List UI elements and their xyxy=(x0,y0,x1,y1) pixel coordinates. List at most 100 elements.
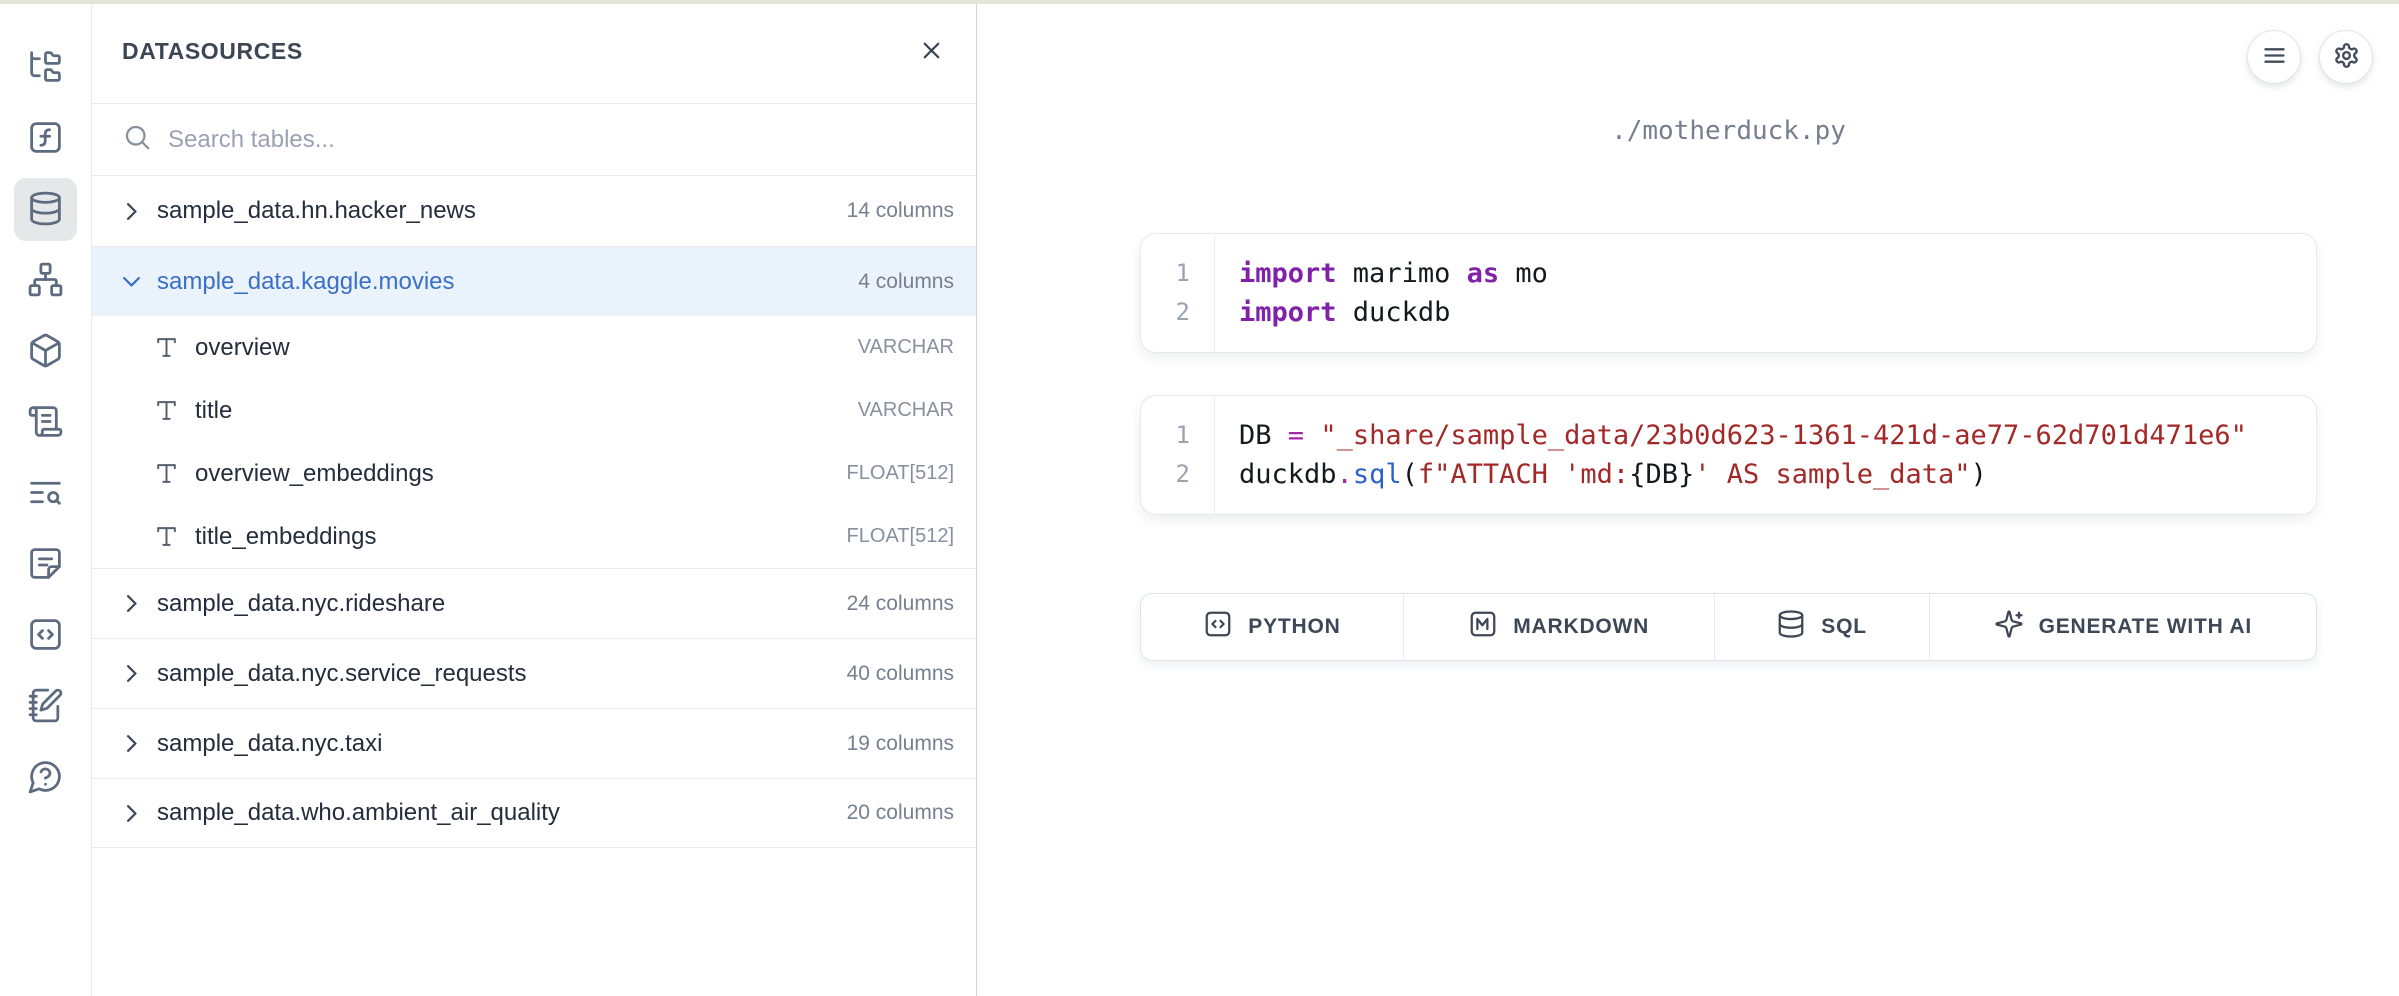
table-name: sample_data.nyc.taxi xyxy=(157,730,382,758)
notebook-actions xyxy=(2247,30,2373,84)
sidebar-item-packages[interactable] xyxy=(14,320,77,383)
chevron-right-icon xyxy=(118,800,145,827)
tables-list: sample_data.hn.hacker_news 14 columns sa… xyxy=(92,176,976,996)
sidebar-item-tracebacks[interactable] xyxy=(14,462,77,525)
button-label: SQL xyxy=(1821,615,1867,639)
network-graph-icon xyxy=(27,261,64,301)
notebook-content: ./motherduck.py 1 2 import marimo as mo … xyxy=(1140,116,2317,661)
scroll-text-icon xyxy=(27,403,64,443)
app-window: DATASOURCES sample_data.hn.hacker_news 1… xyxy=(0,0,2399,996)
code-cell-attach-db[interactable]: 1 2 DB = "_share/sample_data/23b0d623-13… xyxy=(1140,395,2317,515)
sidebar-item-datasources[interactable] xyxy=(14,178,77,241)
text-type-icon xyxy=(154,398,179,423)
code-editor[interactable]: import marimo as mo import duckdb xyxy=(1215,234,1572,352)
column-row-overview[interactable]: overview VARCHAR xyxy=(92,316,976,379)
code-line: DB = "_share/sample_data/23b0d623-1361-4… xyxy=(1239,416,2247,455)
column-name: overview xyxy=(195,334,290,362)
notebook-filename[interactable]: ./motherduck.py xyxy=(1140,116,2317,152)
chevron-down-icon xyxy=(118,268,145,295)
column-name: title xyxy=(195,397,232,425)
search-row xyxy=(92,104,976,176)
add-python-cell-button[interactable]: PYTHON xyxy=(1141,594,1404,660)
text-search-icon xyxy=(27,474,64,514)
code-line: import marimo as mo xyxy=(1239,254,1548,293)
table-row-taxi[interactable]: sample_data.nyc.taxi 19 columns xyxy=(92,708,976,778)
add-markdown-cell-button[interactable]: MARKDOWN xyxy=(1404,594,1715,660)
line-numbers: 1 2 xyxy=(1141,396,1215,514)
line-number: 1 xyxy=(1141,416,1190,455)
add-sql-cell-button[interactable]: SQL xyxy=(1715,594,1930,660)
add-cell-bar: PYTHON MARKDOWN SQL GENERATE WITH AI xyxy=(1140,593,2317,661)
search-tables-input[interactable] xyxy=(168,126,946,154)
sidebar-item-scratchpad[interactable] xyxy=(14,675,77,738)
table-row-ambient-air-quality[interactable]: sample_data.who.ambient_air_quality 20 c… xyxy=(92,778,976,848)
sidebar-item-help[interactable] xyxy=(14,746,77,809)
code-square-icon xyxy=(27,616,64,656)
code-line: duckdb.sql(f"ATTACH 'md:{DB}' AS sample_… xyxy=(1239,455,2247,494)
button-label: PYTHON xyxy=(1248,615,1340,639)
text-type-icon xyxy=(154,461,179,486)
sidebar-item-dependencies[interactable] xyxy=(14,249,77,312)
settings-button[interactable] xyxy=(2319,30,2373,84)
database-icon xyxy=(1776,609,1806,645)
code-line: import duckdb xyxy=(1239,293,1548,332)
tool-sidebar xyxy=(0,0,92,996)
gear-icon xyxy=(2333,42,2360,72)
folder-tree-icon xyxy=(27,48,64,88)
table-name: sample_data.who.ambient_air_quality xyxy=(157,799,560,827)
column-count: 24 columns xyxy=(847,592,954,616)
column-type: FLOAT[512] xyxy=(847,462,954,485)
database-icon xyxy=(27,190,64,230)
generate-with-ai-button[interactable]: GENERATE WITH AI xyxy=(1930,594,2316,660)
sidebar-item-snippets[interactable] xyxy=(14,604,77,667)
column-row-overview-embeddings[interactable]: overview_embeddings FLOAT[512] xyxy=(92,442,976,505)
column-row-title[interactable]: title VARCHAR xyxy=(92,379,976,442)
table-row-rideshare[interactable]: sample_data.nyc.rideshare 24 columns xyxy=(92,568,976,638)
chevron-right-icon xyxy=(118,730,145,757)
panel-title: DATASOURCES xyxy=(122,38,303,65)
function-square-icon xyxy=(27,119,64,159)
table-row-hacker-news[interactable]: sample_data.hn.hacker_news 14 columns xyxy=(92,176,976,246)
table-row-kaggle-movies[interactable]: sample_data.kaggle.movies 4 columns xyxy=(92,246,976,316)
chevron-right-icon xyxy=(118,198,145,225)
search-icon xyxy=(122,122,152,157)
sidebar-item-documentation[interactable] xyxy=(14,533,77,596)
column-count: 14 columns xyxy=(847,199,954,223)
chevron-right-icon xyxy=(118,590,145,617)
markdown-icon xyxy=(1468,609,1498,645)
column-count: 20 columns xyxy=(847,801,954,825)
button-label: GENERATE WITH AI xyxy=(2039,615,2252,639)
code-square-icon xyxy=(1203,609,1233,645)
panel-header: DATASOURCES xyxy=(92,0,976,104)
column-count: 19 columns xyxy=(847,732,954,756)
table-row-service-requests[interactable]: sample_data.nyc.service_requests 40 colu… xyxy=(92,638,976,708)
sparkles-icon xyxy=(1994,609,2024,645)
button-label: MARKDOWN xyxy=(1513,615,1649,639)
table-name: sample_data.nyc.rideshare xyxy=(157,590,445,618)
text-type-icon xyxy=(154,524,179,549)
text-type-icon xyxy=(154,335,179,360)
column-count: 40 columns xyxy=(847,662,954,686)
column-name: title_embeddings xyxy=(195,523,376,551)
table-name: sample_data.kaggle.movies xyxy=(157,268,455,296)
notebook-pen-icon xyxy=(27,687,64,727)
menu-icon xyxy=(2261,42,2288,72)
sidebar-item-logs[interactable] xyxy=(14,391,77,454)
column-type: VARCHAR xyxy=(858,336,954,359)
line-number: 2 xyxy=(1141,293,1190,332)
column-row-title-embeddings[interactable]: title_embeddings FLOAT[512] xyxy=(92,505,976,568)
code-editor[interactable]: DB = "_share/sample_data/23b0d623-1361-4… xyxy=(1215,396,2271,514)
sidebar-item-variables[interactable] xyxy=(14,107,77,170)
box-icon xyxy=(27,332,64,372)
line-number: 2 xyxy=(1141,455,1190,494)
close-icon xyxy=(918,37,945,67)
column-count: 4 columns xyxy=(858,270,954,294)
sidebar-item-file-explorer[interactable] xyxy=(14,36,77,99)
code-cell-imports[interactable]: 1 2 import marimo as mo import duckdb xyxy=(1140,233,2317,353)
line-number: 1 xyxy=(1141,254,1190,293)
chat-question-icon xyxy=(27,758,64,798)
menu-button[interactable] xyxy=(2247,30,2301,84)
column-type: FLOAT[512] xyxy=(847,525,954,548)
notebook-area: ./motherduck.py 1 2 import marimo as mo … xyxy=(977,0,2399,996)
close-panel-button[interactable] xyxy=(908,29,954,75)
